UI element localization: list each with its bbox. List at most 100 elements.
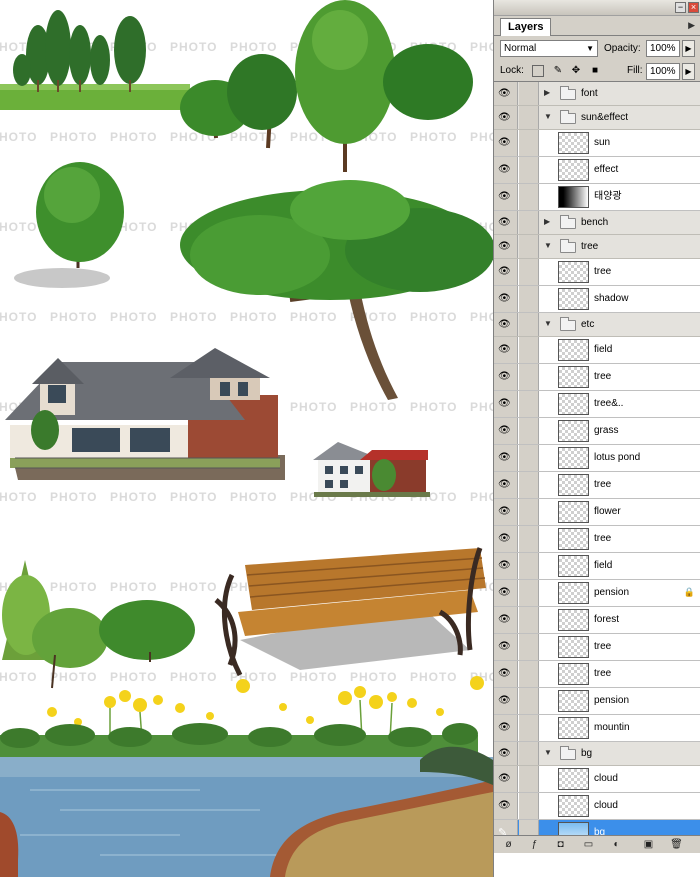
visibility-toggle[interactable]: 👁 (494, 742, 518, 765)
layer-thumbnail[interactable] (558, 366, 589, 388)
layer-thumbnail[interactable] (558, 717, 589, 739)
visibility-toggle[interactable]: 👁 (494, 82, 518, 105)
lock-move-icon[interactable]: ✥ (570, 65, 582, 77)
layer-group-row[interactable]: 👁 ▼ etc (494, 313, 700, 337)
new-group-icon[interactable]: ▭ (582, 839, 595, 851)
link-toggle[interactable] (519, 445, 539, 471)
visibility-toggle[interactable]: 👁 (494, 106, 518, 129)
layer-name[interactable]: etc (581, 318, 594, 332)
visibility-toggle[interactable]: 👁 (494, 259, 518, 285)
link-toggle[interactable] (519, 793, 539, 819)
link-toggle[interactable] (519, 286, 539, 312)
chevron-right-icon[interactable]: ▶ (544, 88, 550, 97)
document-canvas[interactable]: PHOTOPHOTOPHOTOPHOTOPHOTOPHOTOPHOTOPHOTO… (0, 0, 493, 877)
layer-thumbnail[interactable] (558, 768, 589, 790)
layer-thumbnail[interactable] (558, 288, 589, 310)
visibility-toggle[interactable]: 👁 (494, 661, 518, 687)
layer-group-row[interactable]: 👁 ▼ sun&effect (494, 106, 700, 130)
layer-row[interactable]: 👁 field (494, 337, 700, 364)
link-toggle[interactable] (519, 553, 539, 579)
layer-thumbnail[interactable] (558, 663, 589, 685)
layer-row[interactable]: 👁 tree (494, 661, 700, 688)
visibility-toggle[interactable]: 👁 (494, 211, 518, 234)
chevron-down-icon[interactable]: ▼ (544, 241, 552, 250)
layer-row[interactable]: 👁 tree (494, 526, 700, 553)
layer-thumbnail[interactable] (558, 420, 589, 442)
layer-name[interactable]: pension (594, 586, 629, 600)
layer-thumbnail[interactable] (558, 609, 589, 631)
layer-thumbnail[interactable] (558, 528, 589, 550)
link-toggle[interactable] (519, 742, 539, 765)
fill-input[interactable]: 100% (646, 63, 680, 80)
fill-slider-button[interactable]: ▶ (682, 63, 695, 80)
layer-name[interactable]: tree&.. (594, 397, 623, 411)
visibility-toggle[interactable]: 👁 (494, 286, 518, 312)
layer-thumbnail[interactable] (558, 393, 589, 415)
layer-name[interactable]: cloud (594, 772, 618, 786)
layer-name[interactable]: tree (581, 240, 598, 254)
layer-row[interactable]: 👁 tree&.. (494, 391, 700, 418)
layer-row[interactable]: 👁 pension (494, 688, 700, 715)
layer-row[interactable]: 👁 mountin (494, 715, 700, 742)
link-toggle[interactable] (519, 82, 539, 105)
trash-icon[interactable]: 🗑 (670, 839, 683, 851)
layer-thumbnail[interactable] (558, 822, 589, 835)
link-toggle[interactable] (519, 820, 539, 835)
visibility-toggle[interactable]: 👁 (494, 184, 518, 210)
adjustment-layer-icon[interactable]: ◐ (610, 839, 623, 851)
layer-name[interactable]: bg (594, 826, 605, 835)
link-toggle[interactable] (519, 418, 539, 444)
visibility-toggle[interactable]: 👁 (494, 526, 518, 552)
layer-mask-icon[interactable]: ◘ (554, 839, 567, 851)
visibility-toggle[interactable]: 👁 (494, 607, 518, 633)
link-toggle[interactable] (519, 634, 539, 660)
link-toggle[interactable] (519, 184, 539, 210)
visibility-toggle[interactable]: 👁 (494, 553, 518, 579)
link-layers-icon[interactable]: ø (502, 839, 515, 851)
link-toggle[interactable] (519, 157, 539, 183)
layer-row[interactable]: 👁 tree (494, 364, 700, 391)
layer-thumbnail[interactable] (558, 447, 589, 469)
layer-row[interactable]: 👁 cloud (494, 766, 700, 793)
layer-thumbnail[interactable] (558, 690, 589, 712)
link-toggle[interactable] (519, 211, 539, 234)
link-toggle[interactable] (519, 337, 539, 363)
visibility-toggle[interactable]: 👁 (494, 391, 518, 417)
visibility-toggle[interactable]: ✎ (494, 820, 518, 835)
link-toggle[interactable] (519, 499, 539, 525)
layer-row[interactable]: 👁 shadow (494, 286, 700, 313)
layer-name[interactable]: tree (594, 265, 611, 279)
opacity-slider-button[interactable]: ▶ (682, 40, 695, 57)
layer-thumbnail[interactable] (558, 795, 589, 817)
close-icon[interactable]: × (688, 2, 699, 13)
layer-name[interactable]: field (594, 559, 612, 573)
visibility-toggle[interactable]: 👁 (494, 130, 518, 156)
layer-thumbnail[interactable] (558, 261, 589, 283)
visibility-toggle[interactable]: 👁 (494, 580, 518, 606)
chevron-down-icon[interactable]: ▼ (544, 112, 552, 121)
link-toggle[interactable] (519, 472, 539, 498)
link-toggle[interactable] (519, 715, 539, 741)
minimize-icon[interactable]: − (675, 2, 686, 13)
layer-name[interactable]: mountin (594, 721, 630, 735)
layer-name[interactable]: flower (594, 505, 621, 519)
visibility-toggle[interactable]: 👁 (494, 235, 518, 258)
chevron-down-icon[interactable]: ▼ (544, 748, 552, 757)
layer-row[interactable]: 👁 cloud (494, 793, 700, 820)
visibility-toggle[interactable]: 👁 (494, 715, 518, 741)
layer-thumbnail[interactable] (558, 186, 589, 208)
visibility-toggle[interactable]: 👁 (494, 634, 518, 660)
link-toggle[interactable] (519, 364, 539, 390)
chevron-right-icon[interactable]: ▶ (544, 217, 550, 226)
link-toggle[interactable] (519, 661, 539, 687)
lock-brush-icon[interactable]: ✎ (552, 65, 564, 77)
layer-thumbnail[interactable] (558, 474, 589, 496)
layer-row[interactable]: 👁 effect (494, 157, 700, 184)
layer-group-row[interactable]: 👁 ▼ tree (494, 235, 700, 259)
layer-thumbnail[interactable] (558, 339, 589, 361)
link-toggle[interactable] (519, 607, 539, 633)
layer-name[interactable]: tree (594, 478, 611, 492)
layer-name[interactable]: bench (581, 216, 608, 230)
new-layer-icon[interactable]: ▣ (642, 839, 655, 851)
layer-row[interactable]: 👁 tree (494, 472, 700, 499)
